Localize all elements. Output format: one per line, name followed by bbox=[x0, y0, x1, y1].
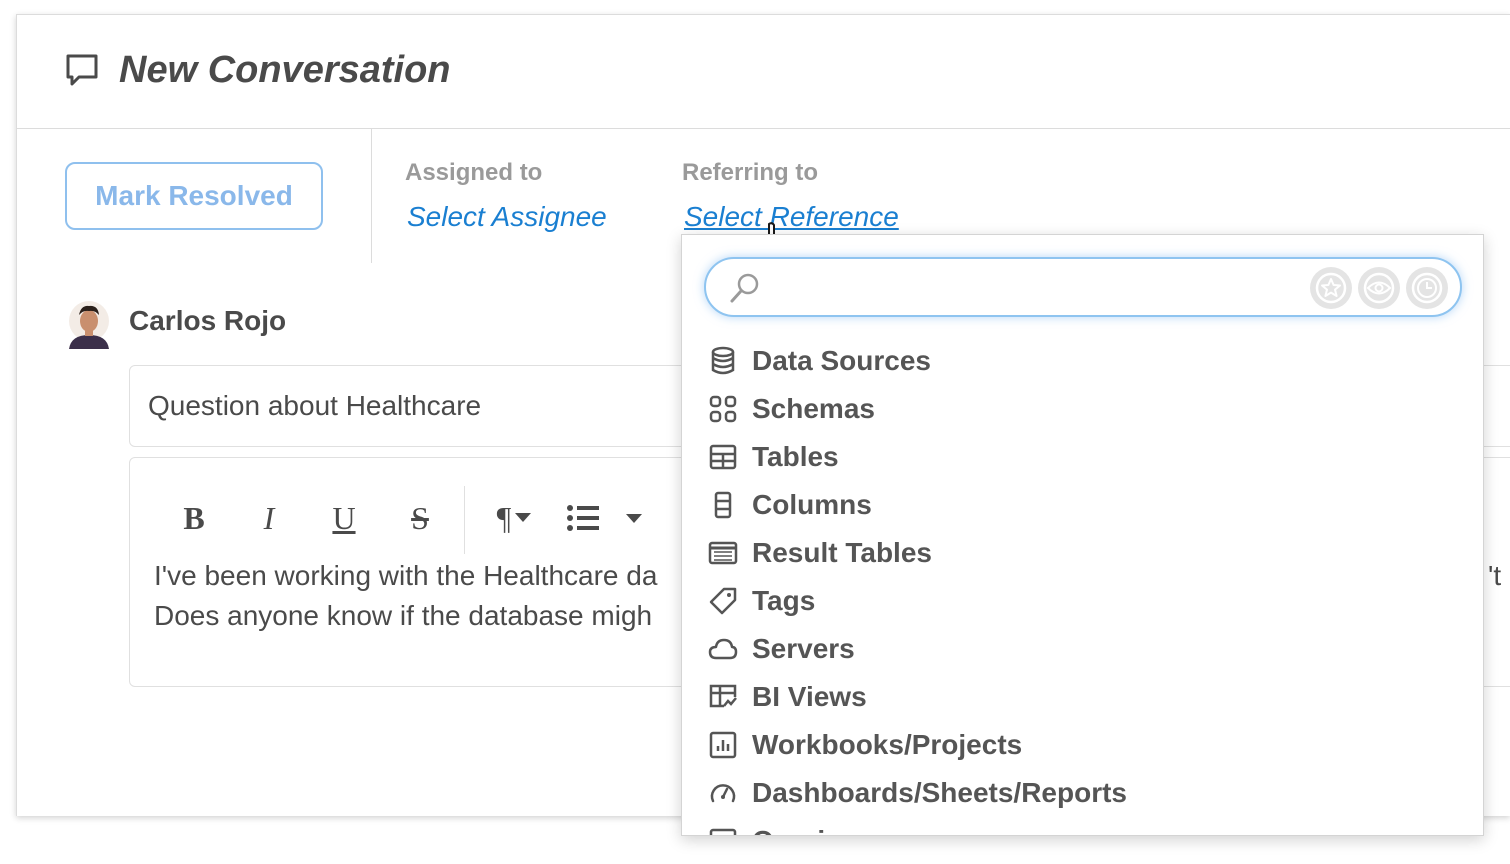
clock-icon bbox=[1411, 272, 1443, 304]
list-item-label: Data Sources bbox=[752, 345, 931, 376]
list-item-label: Tags bbox=[752, 585, 816, 616]
select-assignee-link[interactable]: Select Assignee bbox=[407, 201, 607, 233]
body-line-1-tail: 't bbox=[1488, 560, 1502, 591]
reference-dropdown: Data Sources Schemas Tables Columns Resu… bbox=[681, 234, 1484, 836]
bi-view-icon bbox=[709, 684, 737, 708]
query-icon bbox=[709, 828, 737, 835]
search-icon bbox=[730, 273, 759, 303]
referring-to-label: Referring to bbox=[682, 159, 819, 186]
eye-icon bbox=[1363, 272, 1395, 304]
body-line-2: Does anyone know if the database migh bbox=[154, 600, 653, 631]
table-icon bbox=[709, 444, 737, 470]
strikethrough-button[interactable]: S bbox=[404, 498, 436, 538]
subject-text: Question about Healthcare bbox=[148, 390, 482, 421]
paragraph-format-button[interactable]: ¶ bbox=[484, 498, 544, 538]
reference-search-input[interactable] bbox=[776, 269, 1296, 307]
list-item-tables[interactable]: Tables bbox=[708, 433, 1448, 481]
divider bbox=[371, 129, 372, 263]
caret-down-icon bbox=[515, 513, 532, 522]
database-icon bbox=[711, 346, 735, 375]
list-item-label: Dashboards/Sheets/Reports bbox=[752, 777, 1127, 808]
list-item-label: Workbooks/Projects bbox=[752, 729, 1023, 760]
list-item-dashboards[interactable]: Dashboards/Sheets/Reports bbox=[708, 769, 1448, 817]
cloud-icon bbox=[708, 638, 738, 660]
list-item-label: Tables bbox=[752, 441, 839, 472]
list-item-columns[interactable]: Columns bbox=[708, 481, 1448, 529]
list-item-workbooks-projects[interactable]: Workbooks/Projects bbox=[708, 721, 1448, 769]
favorites-filter-button[interactable] bbox=[1310, 267, 1352, 309]
assigned-to-label: Assigned to bbox=[405, 159, 543, 186]
list-item-servers[interactable]: Servers bbox=[708, 625, 1448, 673]
list-item-label: Result Tables bbox=[752, 537, 932, 568]
page-title: New Conversation bbox=[119, 49, 451, 91]
list-item-bi-views[interactable]: BI Views bbox=[708, 673, 1448, 721]
conversation-header: New Conversation bbox=[17, 15, 1510, 129]
paragraph-label: ¶ bbox=[496, 499, 512, 536]
result-table-icon bbox=[708, 541, 738, 565]
bold-button[interactable]: B bbox=[178, 498, 210, 538]
schema-icon bbox=[709, 395, 737, 423]
italic-button[interactable]: I bbox=[254, 498, 284, 538]
watched-filter-button[interactable] bbox=[1358, 267, 1400, 309]
list-item-label: BI Views bbox=[752, 681, 867, 712]
author-name: Carlos Rojo bbox=[129, 305, 287, 336]
list-options-caret-icon[interactable] bbox=[626, 514, 642, 524]
underline-button[interactable]: U bbox=[328, 498, 360, 538]
list-item-label: Schemas bbox=[752, 393, 875, 424]
reference-search-box[interactable] bbox=[704, 257, 1462, 317]
star-icon bbox=[1315, 272, 1347, 304]
dashboard-icon bbox=[710, 784, 736, 803]
list-item-schemas[interactable]: Schemas bbox=[708, 385, 1448, 433]
list-item-label: Servers bbox=[752, 633, 855, 664]
avatar bbox=[69, 301, 109, 349]
list-item-label: Columns bbox=[752, 489, 872, 520]
tag-icon bbox=[709, 587, 737, 615]
toolbar-divider bbox=[464, 486, 465, 554]
mark-resolved-button[interactable]: Mark Resolved bbox=[65, 162, 323, 230]
list-item-tags[interactable]: Tags bbox=[708, 577, 1448, 625]
list-item-label: Queries bbox=[752, 825, 856, 835]
chat-bubble-icon bbox=[66, 54, 98, 86]
list-item-queries[interactable]: Queries bbox=[708, 817, 1448, 835]
workbook-icon bbox=[709, 731, 737, 759]
bullet-list-icon[interactable] bbox=[566, 504, 600, 532]
recent-filter-button[interactable] bbox=[1406, 267, 1448, 309]
list-item-data-sources[interactable]: Data Sources bbox=[708, 337, 1448, 385]
column-icon bbox=[714, 491, 732, 519]
list-item-result-tables[interactable]: Result Tables bbox=[708, 529, 1448, 577]
body-line-1: I've been working with the Healthcare da bbox=[154, 560, 658, 591]
